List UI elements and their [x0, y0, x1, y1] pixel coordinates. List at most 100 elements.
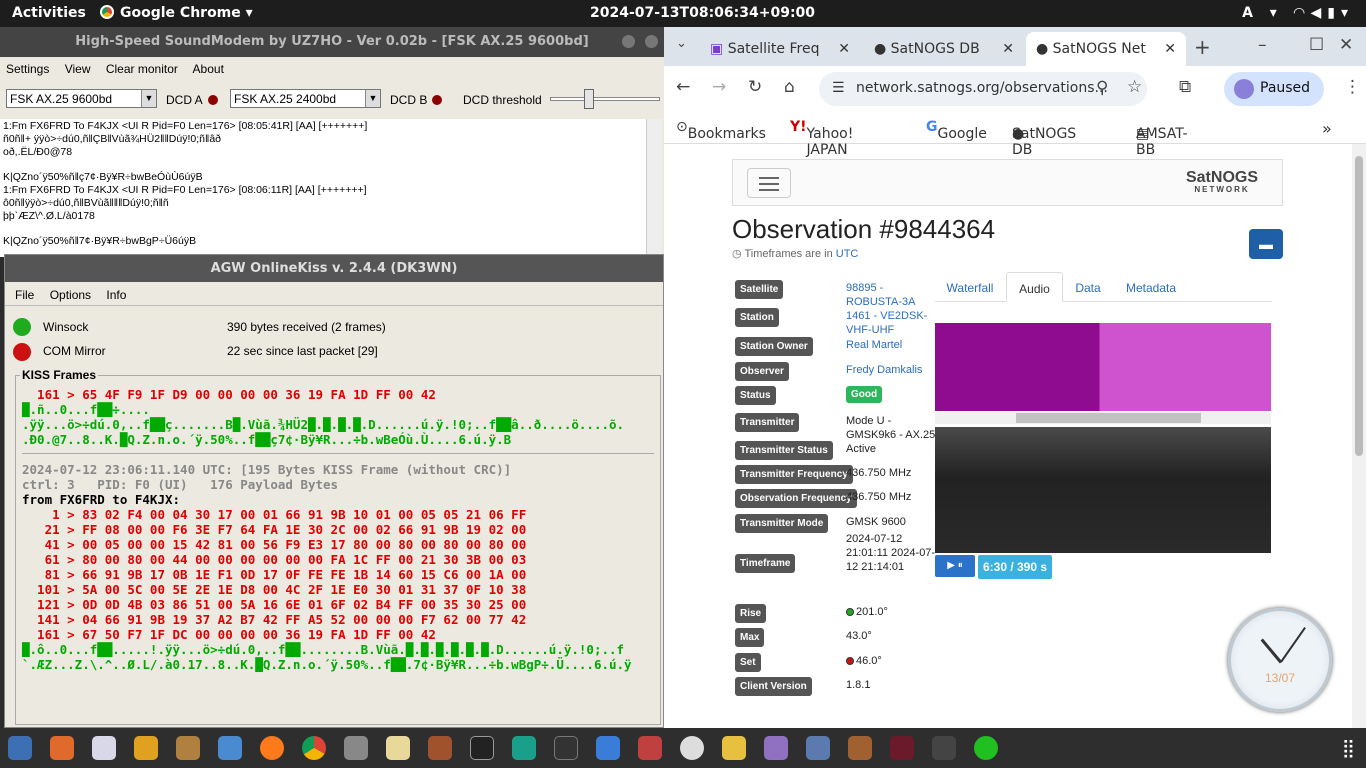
system-tray[interactable]: A ▾ ◠◀▮▾ [1242, 5, 1354, 21]
wine-icon[interactable] [890, 736, 914, 760]
menu-about[interactable]: About [193, 62, 224, 76]
text-editor-icon[interactable] [386, 736, 410, 760]
minimize-icon[interactable]: – [1258, 35, 1267, 55]
menu-file[interactable]: File [15, 288, 34, 302]
page-scroll-thumb[interactable] [1355, 156, 1363, 456]
satnogs-logo[interactable]: SatNOGS NETWORK [1186, 170, 1258, 196]
bookmarks-overflow-icon[interactable]: » [1322, 119, 1332, 138]
firefox-icon[interactable] [260, 736, 284, 760]
show-apps-icon[interactable]: ⣿ [1342, 738, 1355, 759]
tools-icon[interactable] [176, 736, 200, 760]
keyboard-icon[interactable] [932, 736, 956, 760]
hamburger-menu-icon[interactable] [747, 168, 791, 198]
profile-paused-button[interactable]: Paused [1224, 72, 1324, 106]
detail-key: Satellite [735, 280, 784, 299]
page-scrollbar[interactable] [1352, 144, 1366, 728]
terminal-icon[interactable] [470, 736, 494, 760]
play-pause-button[interactable]: ▶ ⏸ [935, 555, 975, 577]
monitor-app-icon[interactable] [554, 736, 578, 760]
menu-settings[interactable]: Settings [6, 62, 49, 76]
kiss-log-line: 121 > 0D 0D 4B 03 86 51 00 5A 16 6E 01 6… [22, 597, 527, 612]
gem-icon[interactable] [764, 736, 788, 760]
menu-info[interactable]: Info [106, 288, 126, 302]
close-icon[interactable]: ✕ [1002, 41, 1014, 57]
radio-app-icon[interactable] [134, 736, 158, 760]
audio-waveform[interactable] [935, 323, 1271, 411]
dcd-threshold-thumb[interactable] [584, 89, 594, 109]
maximize-icon[interactable]: ☐ [1309, 35, 1324, 55]
kebab-menu-icon[interactable]: ⋮ [1344, 77, 1361, 97]
new-tab-button[interactable]: + [1194, 35, 1211, 59]
activities-button[interactable]: Activities [12, 5, 86, 21]
bookmark-star-icon[interactable]: ☆ [1127, 77, 1142, 97]
tab-metadata[interactable]: Metadata [1115, 272, 1187, 302]
screenshot-icon[interactable] [596, 736, 620, 760]
menu-clear-monitor[interactable]: Clear monitor [106, 62, 178, 76]
soundmodem-titlebar[interactable]: High-Speed SoundModem by UZ7HO - Ver 0.0… [0, 27, 664, 57]
kiss-frames-log[interactable]: 161 > 65 4F F9 1F D9 00 00 00 00 36 19 F… [16, 384, 660, 724]
bookmark-yahoo[interactable]: Y! Yahoo! JAPAN [790, 119, 853, 158]
status-dot-icon [846, 608, 854, 616]
archive-icon[interactable] [428, 736, 452, 760]
home-icon[interactable]: ⌂ [784, 77, 795, 97]
tab-audio[interactable]: Audio [1006, 272, 1063, 302]
tab-satellite-freq[interactable]: ▣ Satellite Freq ✕ [700, 32, 860, 66]
app-menu[interactable]: Google Chrome ▾ [100, 5, 253, 21]
extensions-icon[interactable]: ⧉ [1179, 77, 1191, 97]
bookmark-google[interactable]: G Google [926, 119, 987, 142]
onlinekiss-titlebar[interactable]: AGW OnlineKiss v. 2.4.4 (DK3WN) [5, 255, 663, 282]
dock: ⣿ [0, 728, 1366, 768]
files-icon[interactable] [806, 736, 830, 760]
notes-icon[interactable] [92, 736, 116, 760]
utc-link[interactable]: UTC [836, 248, 859, 260]
tab-data[interactable]: Data [1063, 272, 1113, 302]
detail-value[interactable]: Real Martel [846, 338, 938, 352]
soundmodem-title: High-Speed SoundModem by UZ7HO - Ver 0.0… [75, 34, 589, 49]
monitor-pane[interactable]: 1:Fm FX6FRD To F4KJX <UI R Pid=F0 Len=17… [0, 119, 662, 257]
modem-a-select[interactable]: FSK AX.25 9600bd ▼ [6, 89, 157, 108]
waveform-scroll-thumb[interactable] [1016, 413, 1201, 423]
monitor-scrollbar[interactable] [646, 119, 662, 257]
zoom-icon[interactable]: ⚲ [1096, 78, 1108, 98]
tab-waterfall[interactable]: Waterfall [935, 272, 1005, 302]
app-menu-label: Google Chrome ▾ [120, 5, 253, 21]
site-info-icon[interactable]: ☰ [832, 80, 845, 96]
detail-key: Transmitter [735, 413, 800, 432]
mail-icon[interactable] [218, 736, 242, 760]
detail-value[interactable]: Fredy Damkalis [846, 363, 938, 377]
modem-b-select[interactable]: FSK AX.25 2400bd ▼ [230, 89, 381, 108]
calculator-icon[interactable] [344, 736, 368, 760]
detail-key: Timeframe [735, 554, 796, 573]
comment-button[interactable]: ▬ [1249, 229, 1283, 259]
forward-icon[interactable]: → [712, 77, 726, 97]
globe-icon[interactable] [680, 736, 704, 760]
reload-icon[interactable]: ↻ [748, 77, 762, 97]
menu-options[interactable]: Options [50, 288, 91, 302]
detail-value: 43.0° [846, 629, 938, 643]
close-icon[interactable]: ✕ [1164, 41, 1176, 57]
avatar [1234, 79, 1254, 99]
software-store-icon[interactable] [50, 736, 74, 760]
system-clock[interactable]: 2024-07-13T08:06:34+09:00 [590, 5, 815, 21]
menu-view[interactable]: View [65, 62, 91, 76]
dcd-threshold-slider[interactable] [550, 97, 660, 101]
printer-icon[interactable] [848, 736, 872, 760]
tab-satnogs-db[interactable]: ● SatNOGS DB ✕ [864, 32, 1024, 66]
soundmodem-menubar: Settings View Clear monitor About [0, 57, 664, 79]
cheese-icon[interactable] [722, 736, 746, 760]
maximize-button[interactable] [645, 35, 658, 48]
network-icon[interactable] [512, 736, 536, 760]
bookmarks-folder[interactable]: ⊙ Bookmarks [676, 119, 766, 142]
tab-search-icon[interactable]: ⌄ [676, 36, 687, 51]
chrome-dock-icon[interactable] [302, 736, 326, 760]
tab-satnogs-network[interactable]: ● SatNOGS Net ✕ [1026, 32, 1186, 66]
close-icon[interactable]: ✕ [838, 41, 850, 57]
minimize-button[interactable] [622, 35, 635, 48]
waveform-scrollbar[interactable] [935, 412, 1271, 424]
settings-tools-icon[interactable] [638, 736, 662, 760]
back-icon[interactable]: ← [676, 77, 690, 97]
detail-value[interactable]: 1461 - VE2DSK-VHF-UHF [846, 309, 938, 337]
lips-app-icon[interactable] [974, 736, 998, 760]
close-window-icon[interactable]: ✕ [1339, 35, 1353, 55]
help-icon[interactable] [8, 736, 32, 760]
